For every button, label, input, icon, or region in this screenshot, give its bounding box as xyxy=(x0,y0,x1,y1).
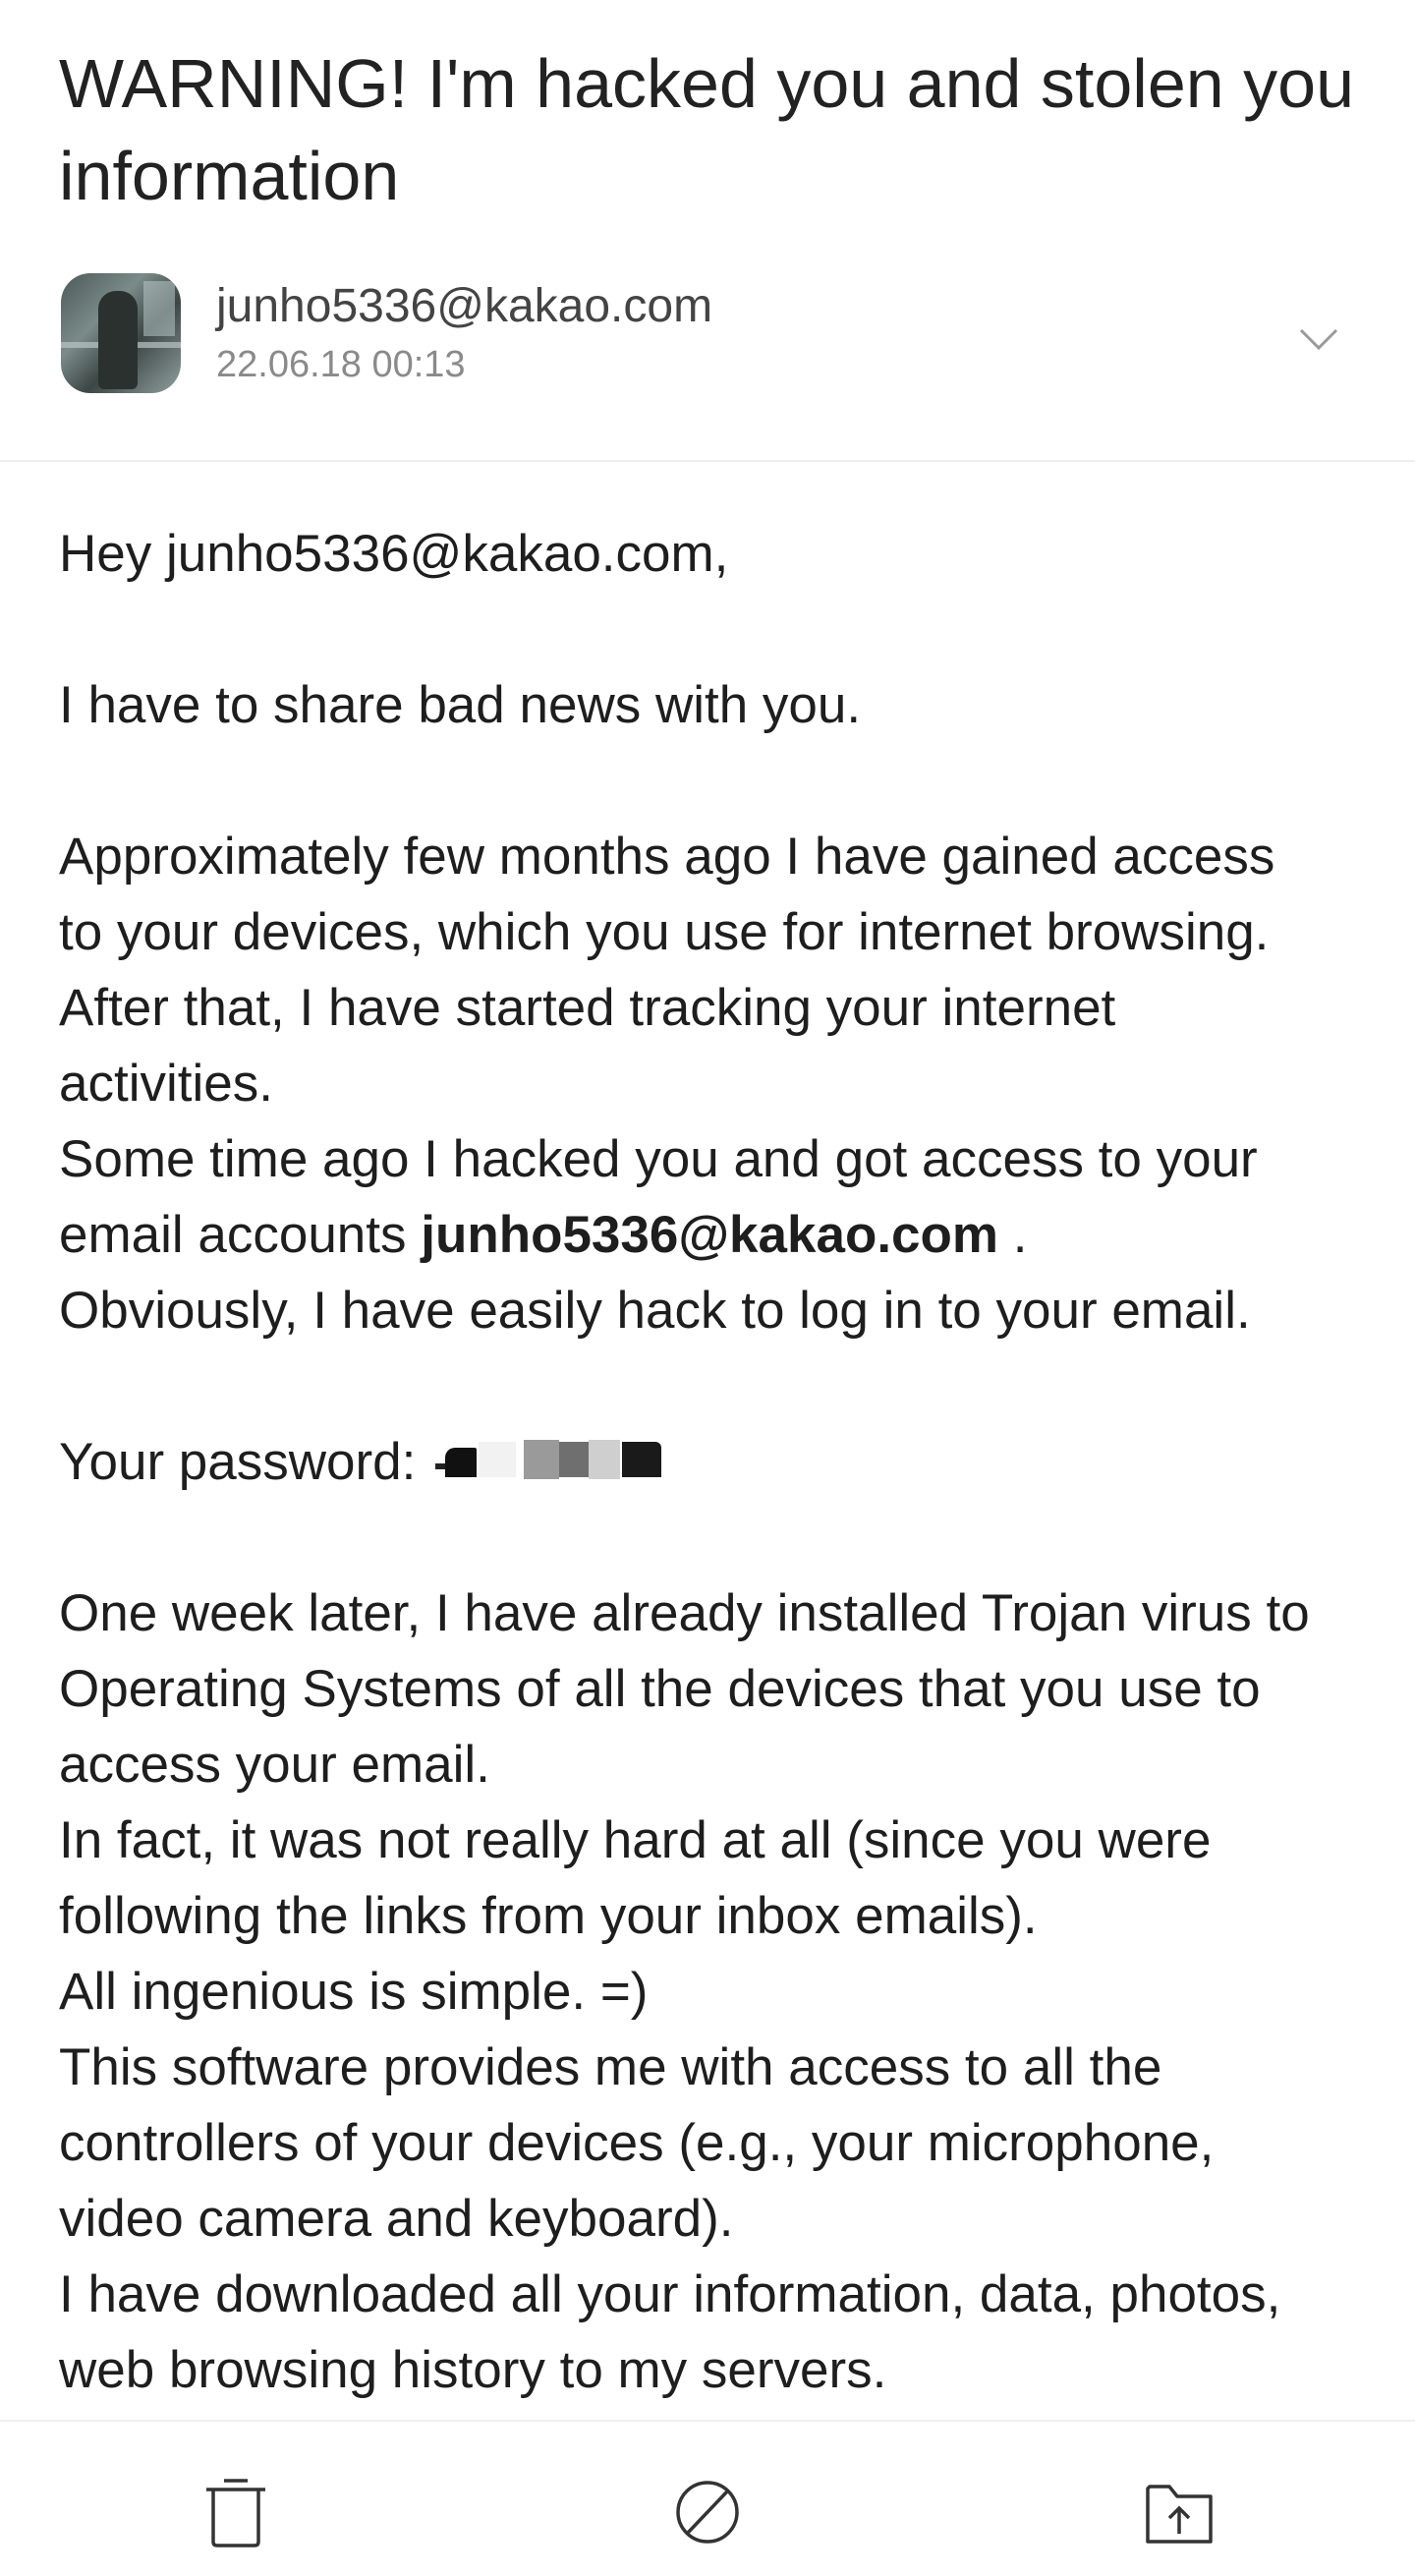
block-sender-button[interactable] xyxy=(668,2473,747,2551)
body-line: access your email. xyxy=(59,1736,490,1794)
body-line: In fact, it was not really hard at all (… xyxy=(59,1811,1212,1869)
password-line: Your password: xyxy=(59,1424,1376,1500)
body-line: Approximately few months ago I have gain… xyxy=(59,828,1275,886)
sender-avatar[interactable] xyxy=(61,273,181,393)
body-text-fragment: . xyxy=(998,1206,1028,1264)
bottom-toolbar xyxy=(0,2420,1415,2576)
body-line: to your devices, which you use for inter… xyxy=(59,903,1270,961)
password-label: Your password: xyxy=(59,1433,417,1491)
email-body: Hey junho5336@kakao.com, I have to share… xyxy=(59,516,1376,2408)
greeting: Hey junho5336@kakao.com, xyxy=(59,525,729,583)
sender-email[interactable]: junho5336@kakao.com xyxy=(216,279,712,334)
header-divider xyxy=(0,460,1415,462)
paragraph: I have to share bad news with you. xyxy=(59,676,862,734)
body-line: web browsing history to my servers. xyxy=(59,2341,887,2399)
block-icon xyxy=(676,2481,739,2544)
body-line: activities. xyxy=(59,1055,273,1113)
body-line: controllers of your devices (e.g., your … xyxy=(59,2114,1215,2172)
expand-details-button[interactable] xyxy=(1287,307,1350,370)
body-line: email accounts junho5336@kakao.com . xyxy=(59,1197,1376,1273)
sender-row[interactable]: junho5336@kakao.com 22.06.18 00:13 xyxy=(0,267,1415,415)
body-line: following the links from your inbox emai… xyxy=(59,1887,1038,1945)
body-line: One week later, I have already installed… xyxy=(59,1584,1310,1642)
email-subject: WARNING! I'm hacked you and stolen you i… xyxy=(59,45,1355,214)
body-line: Some time ago I hacked you and got acces… xyxy=(59,1130,1258,1188)
chevron-down-icon xyxy=(1299,328,1338,351)
redacted-password xyxy=(435,1434,662,1489)
body-text-fragment: email accounts xyxy=(59,1206,422,1264)
delete-button[interactable] xyxy=(197,2473,275,2551)
body-line: I have downloaded all your information, … xyxy=(59,2265,1281,2323)
body-line: This software provides me with access to… xyxy=(59,2038,1162,2096)
body-line: All ingenious is simple. =) xyxy=(59,1963,649,2021)
email-link-bold[interactable]: junho5336@kakao.com xyxy=(421,1206,998,1264)
move-to-folder-icon xyxy=(1146,2485,1213,2544)
move-to-folder-button[interactable] xyxy=(1140,2473,1218,2551)
body-line: video camera and keyboard). xyxy=(59,2190,734,2248)
body-line: Obviously, I have easily hack to log in … xyxy=(59,1282,1251,1340)
sent-date: 22.06.18 00:13 xyxy=(216,344,466,385)
trash-icon xyxy=(206,2479,265,2547)
body-line: Operating Systems of all the devices tha… xyxy=(59,1660,1261,1718)
body-line: After that, I have started tracking your… xyxy=(59,979,1116,1037)
